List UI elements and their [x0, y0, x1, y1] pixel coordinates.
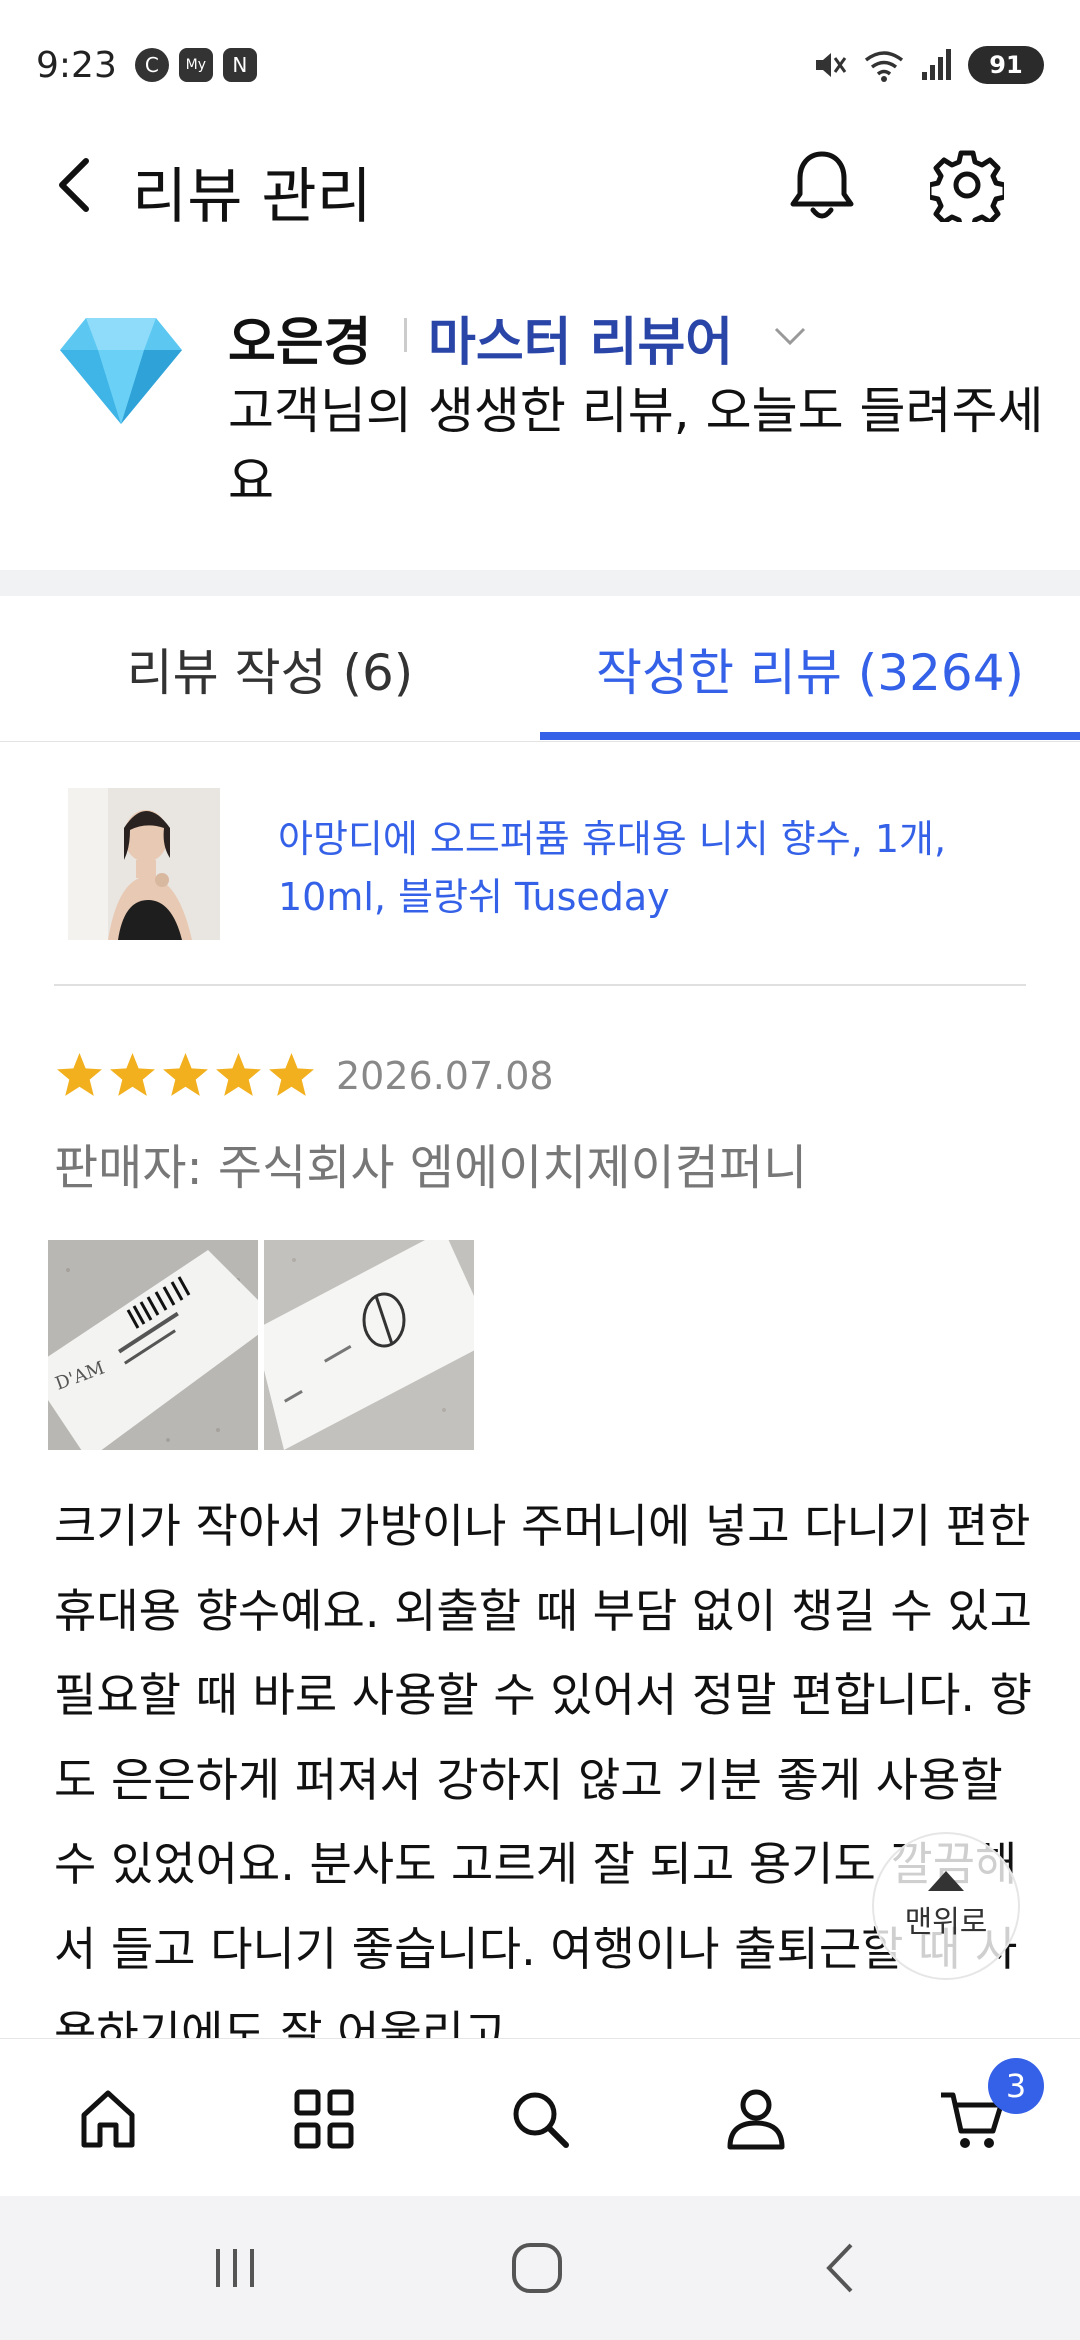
top-header: 리뷰 관리 [0, 130, 1080, 240]
home-circle-icon [512, 2243, 562, 2293]
review-body: 크기가 작아서 가방이나 주머니에 넣고 다니기 편한 휴대용 향수예요. 외출… [54, 1499, 1032, 2060]
product-row[interactable]: 아망디에 오드퍼퓸 휴대용 니치 향수, 1개, 10ml, 블랑쉬 Tused… [0, 742, 1080, 986]
chevron-down-icon[interactable] [770, 316, 810, 356]
star-rating [54, 1050, 317, 1102]
star-icon [216, 1053, 261, 1096]
reviewer-grade[interactable]: 마스터 리뷰어 [428, 300, 733, 375]
category-icon [294, 2089, 354, 2149]
triangle-up-icon [928, 1871, 964, 1891]
section-divider [0, 570, 1080, 596]
star-icon [269, 1053, 314, 1096]
status-app-my-icon: My [178, 48, 213, 82]
name-divider [404, 318, 407, 352]
chevron-left-icon [59, 158, 89, 212]
battery-indicator: 91 [968, 46, 1044, 84]
home-system-button[interactable] [492, 2226, 582, 2310]
status-app-c-icon: C [134, 48, 169, 82]
star-icon [110, 1053, 155, 1096]
profile-section: 오은경 마스터 리뷰어 고객님의 생생한 리뷰, 오늘도 들려주세요 [0, 280, 1080, 570]
nav-home[interactable] [58, 2069, 158, 2169]
bell-icon [790, 151, 854, 219]
tab-write-review[interactable]: 리뷰 작성 (6) [0, 596, 540, 742]
review-tabs: 리뷰 작성 (6) 작성한 리뷰 (3264) [0, 596, 1080, 742]
profile-message: 고객님의 생생한 리뷰, 오늘도 들려주세요 [228, 382, 1044, 510]
nav-my-account[interactable] [706, 2069, 806, 2169]
search-icon [513, 2092, 569, 2148]
back-system-button[interactable] [796, 2226, 886, 2310]
mute-icon [816, 53, 847, 77]
star-icon [57, 1053, 102, 1096]
page-title: 리뷰 관리 [132, 162, 372, 232]
settings-button[interactable] [928, 146, 1006, 224]
status-right: 91 [810, 46, 1044, 84]
review-date: 2026.07.08 [336, 1054, 554, 1098]
user-icon [727, 2089, 785, 2150]
back-chevron-icon [826, 2243, 853, 2293]
recent-apps-icon [216, 2249, 254, 2287]
review-photos: D'AM [48, 1240, 474, 1450]
status-bar: 9:23 C My N 91 [0, 0, 1080, 130]
cart-count-badge: 3 [988, 2058, 1044, 2114]
bottom-navigation [0, 2038, 1080, 2196]
gear-icon [930, 150, 1004, 222]
wifi-icon [864, 51, 904, 82]
nav-search[interactable] [490, 2069, 590, 2169]
status-time: 9:23 [36, 44, 117, 86]
notification-button[interactable] [786, 146, 858, 224]
diamond-grade-icon [60, 318, 182, 424]
scroll-to-top-label: 맨위로 [904, 1905, 988, 1940]
product-thumbnail[interactable] [68, 788, 220, 940]
review-photo[interactable] [264, 1240, 474, 1450]
scroll-to-top-button[interactable]: 맨위로 [872, 1832, 1020, 1980]
review-photo[interactable]: D'AM [48, 1240, 258, 1450]
recent-apps-button[interactable] [190, 2226, 280, 2310]
status-app-n-icon: N [222, 48, 257, 82]
product-divider [54, 984, 1026, 986]
product-name-link[interactable]: 아망디에 오드퍼퓸 휴대용 니치 향수, 1개, 10ml, 블랑쉬 Tused… [278, 810, 998, 926]
nav-category[interactable] [274, 2069, 374, 2169]
reviewer-name: 오은경 [228, 313, 372, 373]
tab-written-reviews[interactable]: 작성한 리뷰 (3264) [540, 596, 1080, 742]
system-navigation-bar [0, 2196, 1080, 2340]
back-button[interactable] [44, 152, 104, 218]
signal-icon [922, 49, 951, 80]
seller-name: 판매자: 주식회사 엠에이치제이컴퍼니 [54, 1140, 808, 1196]
home-icon [81, 2090, 135, 2148]
active-tab-indicator [540, 732, 1080, 740]
star-icon [163, 1053, 208, 1096]
